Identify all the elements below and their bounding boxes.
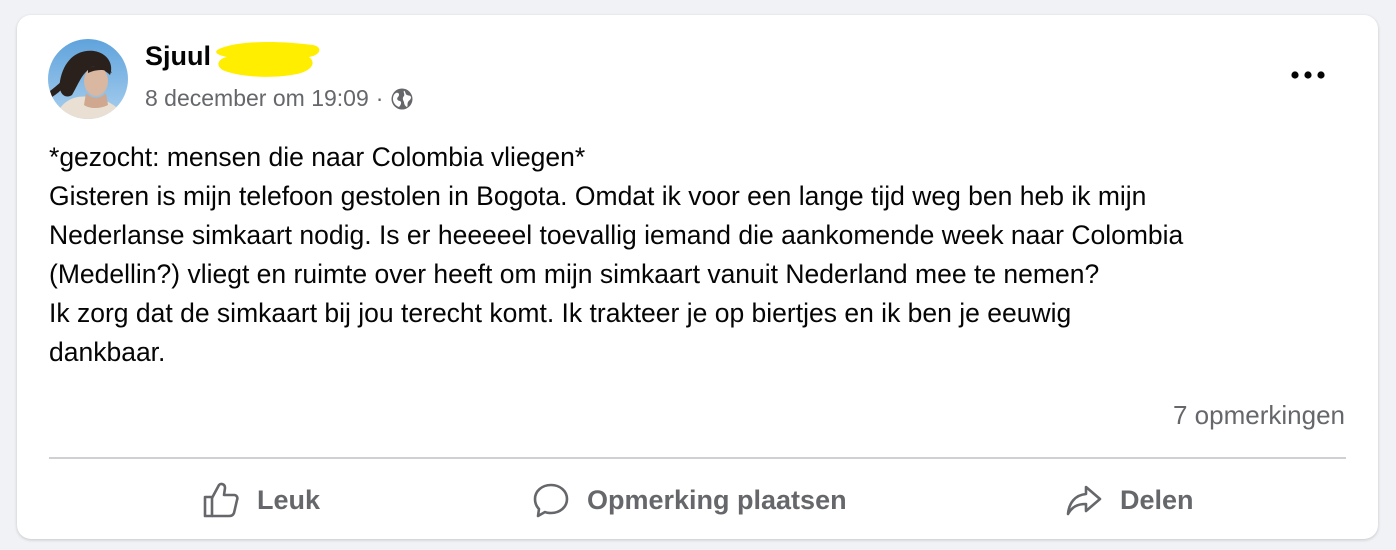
share-label: Delen xyxy=(1120,484,1194,515)
post-timestamp[interactable]: 8 december om 19:09 xyxy=(145,85,369,112)
post-line: *gezocht: mensen die naar Colombia vlieg… xyxy=(49,142,586,172)
like-label: Leuk xyxy=(257,484,321,515)
post-card: Sjuul 8 december om 19:09 · *gezocht: me… xyxy=(17,15,1378,539)
globe-icon[interactable] xyxy=(390,87,414,111)
post-line: dankbaar. xyxy=(49,337,166,367)
comment-button[interactable]: Opmerking plaatsen xyxy=(532,477,847,523)
post-line: Gisteren is mijn telefoon gestolen in Bo… xyxy=(49,181,1147,211)
comment-label: Opmerking plaatsen xyxy=(587,484,847,515)
post-line: Ik zorg dat de simkaart bij jou terecht … xyxy=(49,298,1072,328)
avatar[interactable] xyxy=(48,39,128,119)
like-button[interactable]: Leuk xyxy=(202,477,320,523)
post-line: Nederlanse simkaart nodig. Is er heeeeel… xyxy=(49,220,1184,250)
author-name[interactable]: Sjuul xyxy=(145,41,211,72)
more-options-icon[interactable] xyxy=(1285,63,1331,87)
avatar-photo xyxy=(48,39,128,119)
post-meta: 8 december om 19:09 · xyxy=(145,85,414,112)
comment-bubble-icon xyxy=(533,483,569,518)
comments-count-link[interactable]: 7 opmerkingen xyxy=(1173,400,1345,431)
post-line: (Medellin?) vliegt en ruimte over heeft … xyxy=(49,259,1100,289)
share-button[interactable]: Delen xyxy=(1065,477,1194,523)
meta-separator: · xyxy=(375,85,384,111)
actions-divider xyxy=(49,457,1346,459)
share-arrow-icon xyxy=(1066,485,1102,516)
name-redaction-mark xyxy=(216,41,320,77)
post-body: *gezocht: mensen die naar Colombia vlieg… xyxy=(49,138,1349,372)
thumbs-up-icon xyxy=(203,482,239,518)
